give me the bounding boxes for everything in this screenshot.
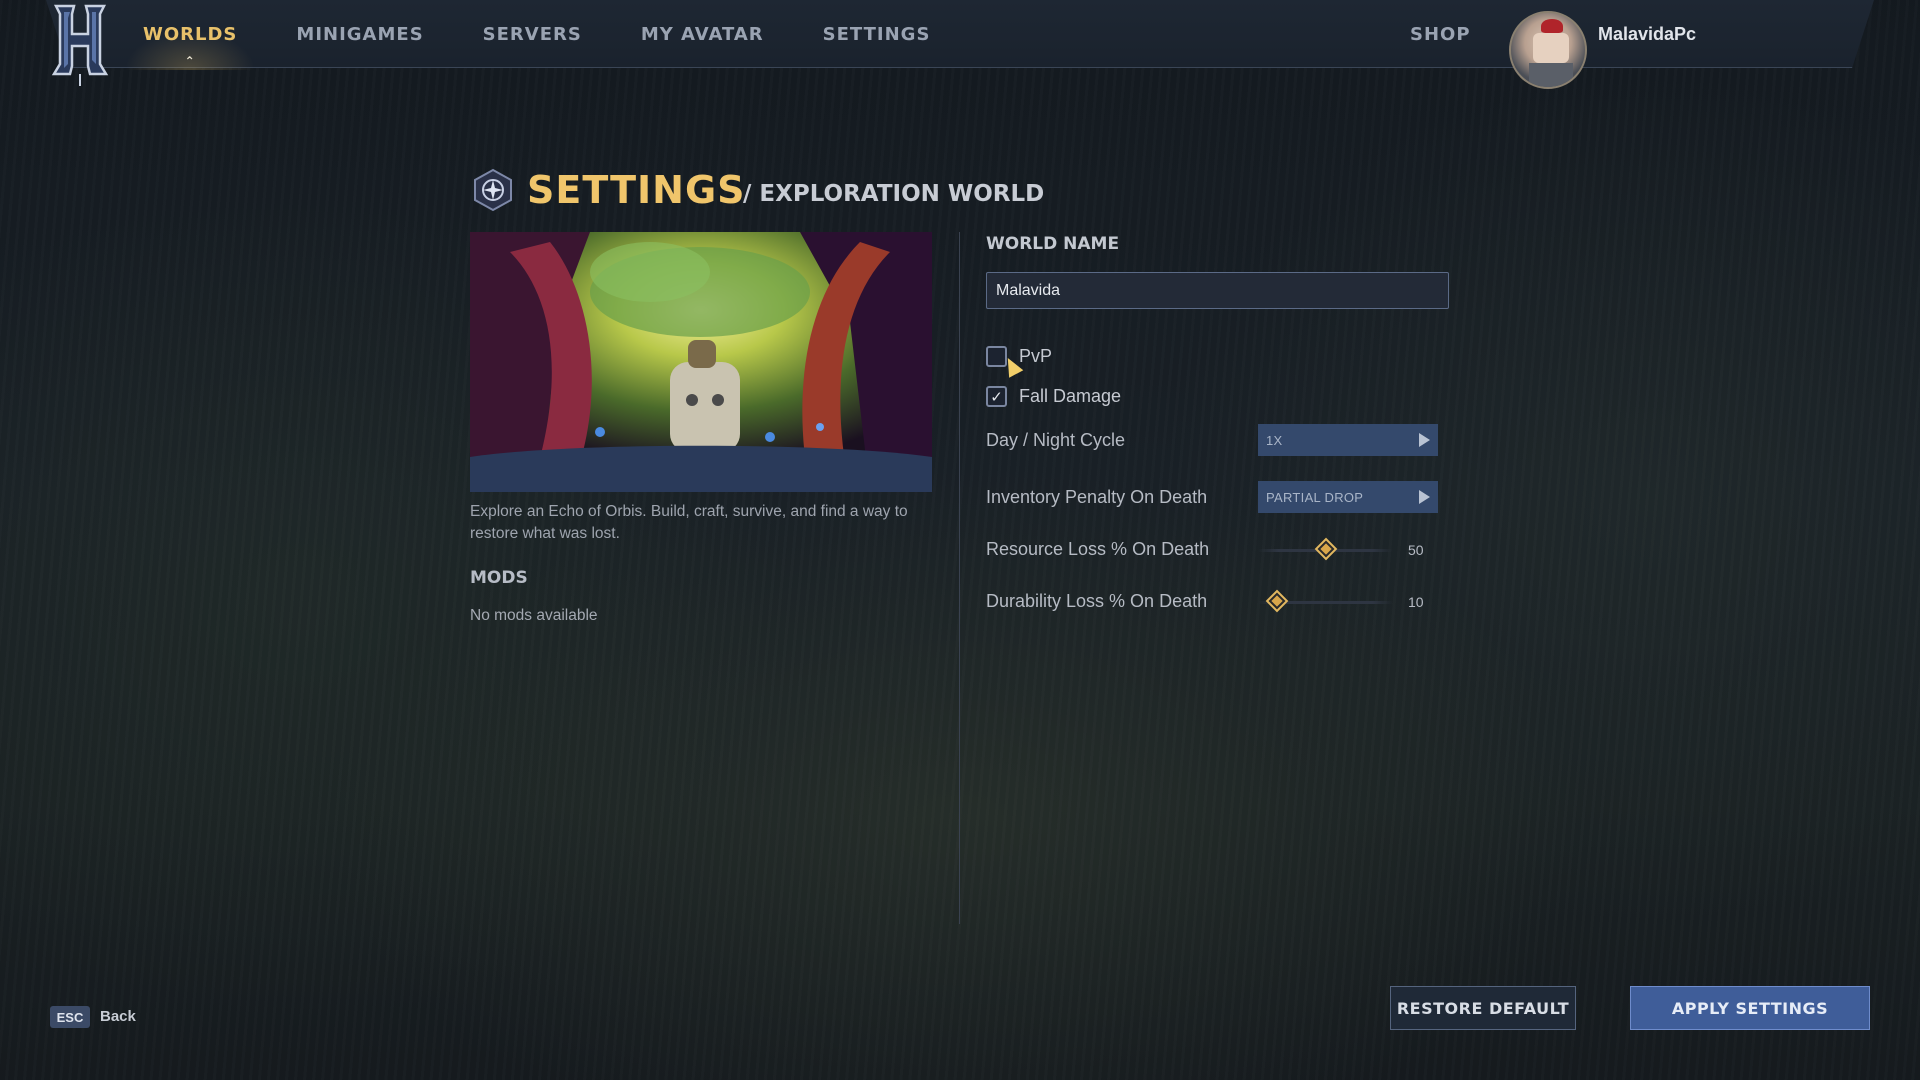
apply-settings-button[interactable]: APPLY SETTINGS [1630, 986, 1870, 1030]
page-subtitle: / EXPLORATION WORLD [743, 181, 1045, 207]
durability-loss-label: Durability Loss % On Death [986, 591, 1208, 611]
hytale-h-logo-icon[interactable] [50, 4, 110, 88]
player-avatar-icon[interactable] [1509, 11, 1587, 89]
inventory-penalty-select[interactable]: PARTIAL DROP [1258, 481, 1438, 513]
nav-servers-label: SERVERS [482, 23, 582, 45]
restore-default-button[interactable]: RESTORE DEFAULT [1390, 986, 1576, 1030]
checkmark-icon: ✓ [990, 388, 1003, 406]
nav-servers[interactable]: SERVERS [483, 24, 582, 45]
nav-my-avatar[interactable]: MY AVATAR [641, 24, 764, 45]
world-emblem-icon [474, 168, 512, 212]
play-arrow-icon[interactable] [1419, 433, 1430, 447]
inventory-penalty-label: Inventory Penalty On Death [986, 487, 1208, 507]
avatar-body [1529, 63, 1573, 87]
play-arrow-icon[interactable] [1419, 490, 1430, 504]
nav-shop[interactable]: SHOP [1410, 24, 1471, 45]
resource-loss-slider[interactable] [1258, 540, 1393, 558]
active-caret-icon: ⌃ [184, 53, 196, 68]
forest-preview-image [470, 232, 932, 492]
pvp-label: PvP [1019, 346, 1053, 366]
day-night-label: Day / Night Cycle [986, 430, 1126, 450]
fall-damage-checkbox[interactable]: ✓ [986, 386, 1007, 407]
resource-loss-value: 50 [1408, 542, 1424, 558]
nav-worlds-label: WORLDS [143, 23, 238, 45]
mods-heading: MODS [470, 568, 528, 588]
day-night-select[interactable]: 1X [1258, 424, 1438, 456]
esc-key-hint[interactable]: ESC [50, 1006, 90, 1028]
world-description: Explore an Echo of Orbis. Build, craft, … [470, 503, 908, 542]
fall-damage-row[interactable]: ✓ Fall Damage [986, 386, 1121, 407]
nav-minigames[interactable]: MINIGAMES [296, 24, 423, 45]
username[interactable]: MalavidaPc [1598, 24, 1696, 45]
nav-my-avatar-label: MY AVATAR [640, 23, 764, 45]
nav-settings-label: SETTINGS [822, 23, 931, 45]
nav-minigames-label: MINIGAMES [296, 23, 424, 45]
mods-empty-text: No mods available [470, 607, 598, 624]
column-divider [959, 232, 960, 924]
fall-damage-label: Fall Damage [1019, 386, 1122, 406]
world-name-label: WORLD NAME [986, 234, 1120, 254]
world-name-input[interactable] [986, 272, 1449, 309]
avatar-hair [1541, 19, 1563, 33]
nav-settings[interactable]: SETTINGS [823, 24, 931, 45]
durability-loss-value: 10 [1408, 594, 1424, 610]
durability-loss-slider[interactable] [1258, 592, 1393, 610]
background [0, 0, 1920, 1080]
inventory-penalty-value: PARTIAL DROP [1266, 489, 1364, 505]
back-label[interactable]: Back [100, 1008, 136, 1025]
resource-loss-label: Resource Loss % On Death [986, 539, 1210, 559]
page-title: SETTINGS [527, 168, 746, 212]
main-nav: WORLDS ⌃ MINIGAMES SERVERS MY AVATAR SET… [143, 0, 989, 68]
nav-worlds[interactable]: WORLDS ⌃ [143, 23, 238, 68]
day-night-value: 1X [1266, 432, 1283, 448]
avatar-face [1533, 33, 1569, 63]
